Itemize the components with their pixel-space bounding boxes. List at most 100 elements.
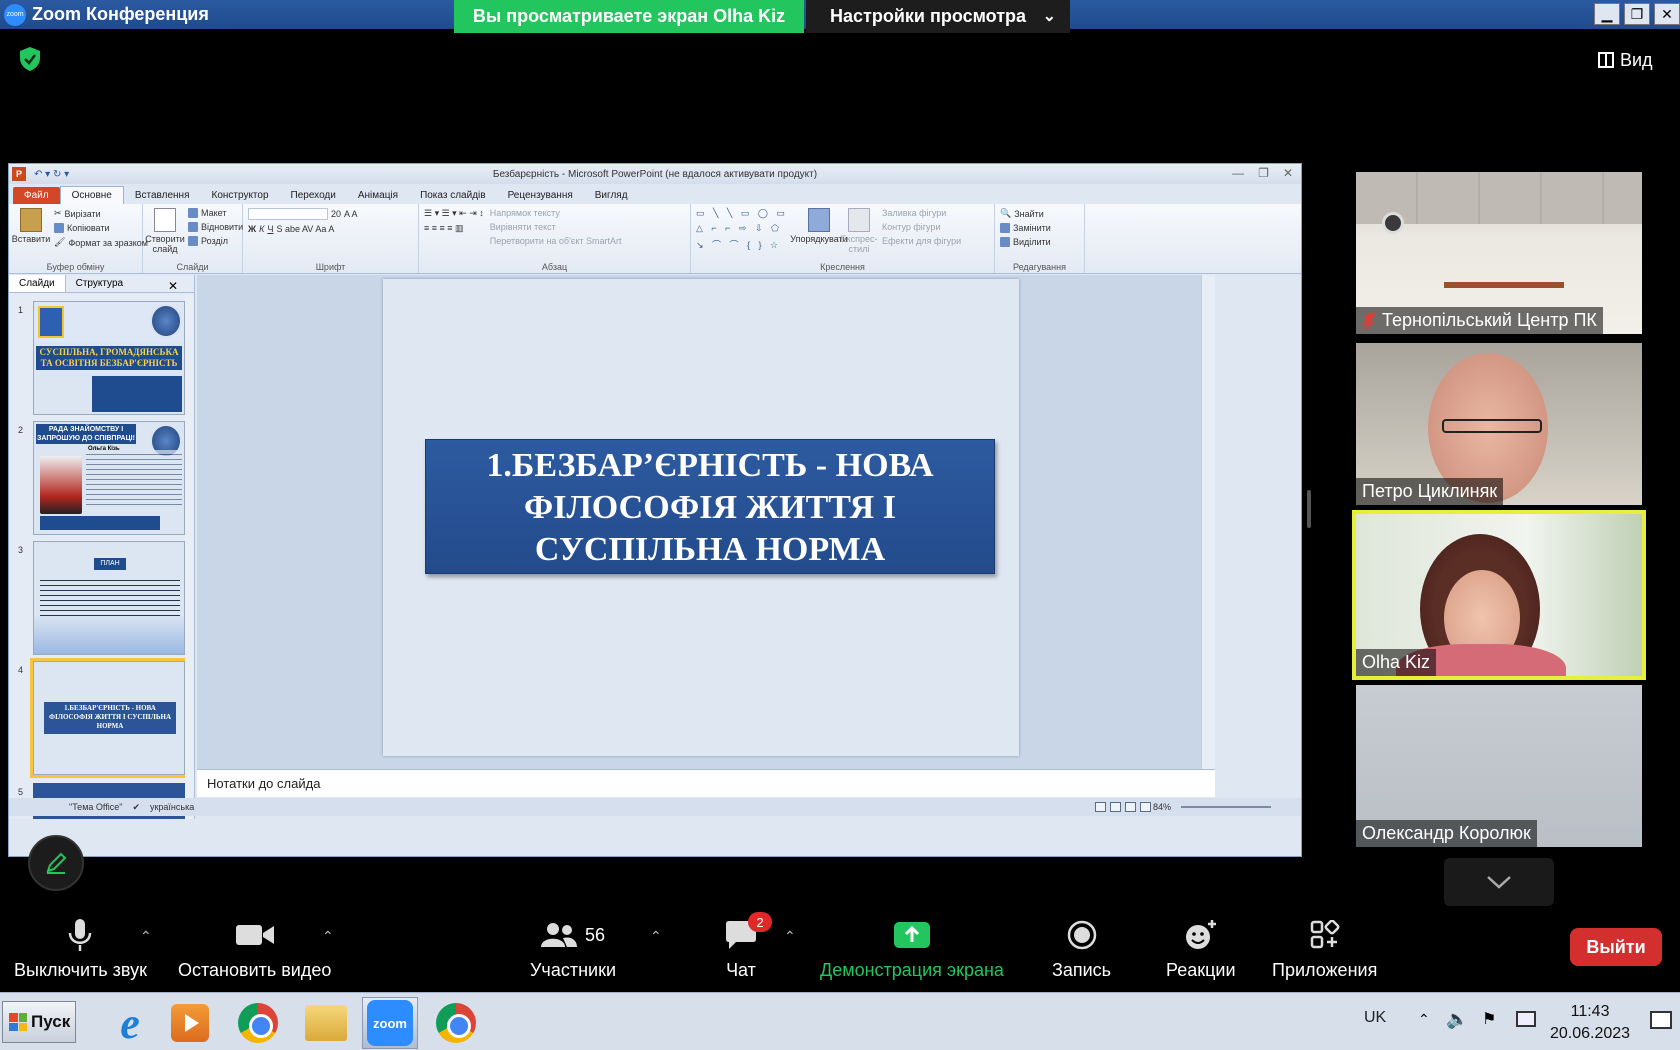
layout-button[interactable]: Макет	[188, 208, 243, 218]
arrange-button[interactable]: Упорядкувати	[790, 208, 848, 259]
shapes-row-3[interactable]: ↘ ⌒ ⌒ { } ☆	[696, 238, 796, 251]
action-center-flag-icon[interactable]: ⚑	[1482, 1009, 1500, 1028]
slide-thumbnail-2[interactable]: РАДА ЗНАЙОМСТВУ І ЗАПРОШУЮ ДО СПІВПРАЦІ!…	[33, 421, 185, 535]
participants-button[interactable]: 56 Участники	[530, 910, 616, 981]
panel-resize-handle[interactable]	[1307, 490, 1311, 528]
slide-thumbnail-1[interactable]: СУСПІЛЬНА, ГРОМАДЯНСЬКА ТА ОСВІТНЯ БЕЗБА…	[33, 301, 185, 415]
font-style-buttons[interactable]: Ж К Ч S abe AV Aa A	[248, 224, 358, 234]
quick-styles-button[interactable]: Експрес-стилі	[841, 208, 877, 259]
tab-slides[interactable]: Слайди	[9, 275, 66, 292]
tab-transitions[interactable]: Переходи	[280, 187, 347, 204]
view-settings-button[interactable]: Настройки просмотра ⌄	[806, 0, 1070, 33]
minimize-icon[interactable]: ▁	[1594, 3, 1620, 25]
tab-file[interactable]: Файл	[13, 187, 60, 204]
align-text-button[interactable]: Вирівняти текст	[490, 222, 622, 232]
network-icon[interactable]	[1516, 1011, 1536, 1027]
tray-expand-icon[interactable]: ⌃	[1418, 1011, 1436, 1029]
record-label: Запись	[1052, 960, 1112, 980]
notes-field[interactable]: Нотатки до слайда	[197, 769, 1215, 797]
shapes-gallery[interactable]: ▭ ╲ ╲ ▭ ◯ ▭	[696, 208, 796, 219]
font-selector[interactable]: 20 A A	[248, 208, 358, 220]
status-language[interactable]: українська	[150, 802, 194, 812]
shape-fill-button[interactable]: Заливка фігури	[882, 208, 961, 218]
zoom-slider[interactable]	[1181, 806, 1271, 808]
paste-label: Вставити	[11, 234, 51, 244]
tab-outline[interactable]: Структура	[66, 275, 133, 292]
copy-button[interactable]: Копіювати	[54, 223, 148, 233]
share-screen-button[interactable]: Демонстрация экрана	[820, 910, 1004, 981]
view-mode-buttons[interactable]	[1095, 802, 1151, 812]
restore-icon[interactable]: ❐	[1624, 3, 1650, 25]
slide-thumbnail-4[interactable]: 1.БЕЗБАР'ЄРНІСТЬ - НОВА ФІЛОСОФІЯ ЖИТТЯ …	[30, 658, 188, 778]
show-desktop-icon[interactable]	[1650, 1011, 1672, 1029]
paste-button[interactable]: Вставити	[11, 208, 51, 259]
zoom-level[interactable]: 84%	[1153, 802, 1171, 812]
thumbnails-scrollbar[interactable]	[185, 295, 194, 819]
replace-button[interactable]: Замінити	[1000, 223, 1051, 233]
tab-home[interactable]: Основне	[59, 186, 124, 204]
reactions-button[interactable]: Реакции	[1166, 910, 1236, 981]
font-size-field[interactable]: 20	[331, 209, 341, 219]
record-button[interactable]: Запись	[1052, 910, 1111, 981]
list-buttons[interactable]: ☰ ▾ ☰ ▾ ⇤ ⇥ ↕	[424, 208, 484, 219]
shape-effects-button[interactable]: Ефекти для фігури	[882, 236, 961, 246]
tab-review[interactable]: Рецензування	[497, 187, 584, 204]
keyboard-language[interactable]: UK	[1364, 1009, 1386, 1027]
annotate-button[interactable]	[28, 835, 84, 891]
format-painter-button[interactable]: 🖌 Формат за зразком	[54, 237, 148, 248]
taskbar-chrome-2[interactable]	[428, 997, 484, 1049]
participant-tile[interactable]: Олександр Королюк	[1356, 685, 1642, 847]
volume-icon[interactable]: 🔈	[1446, 1009, 1468, 1029]
chat-button[interactable]: 2 Чат	[724, 910, 772, 981]
taskbar-internet-explorer[interactable]: e	[102, 997, 158, 1049]
video-options-caret-icon[interactable]: ⌃	[322, 928, 334, 945]
participant-tile[interactable]: Петро Циклиняк	[1356, 343, 1642, 505]
tab-design[interactable]: Конструктор	[201, 187, 280, 204]
stop-video-button[interactable]: Остановить видео	[178, 910, 331, 981]
taskbar-chrome[interactable]	[230, 997, 286, 1049]
participants-scroll-down-button[interactable]	[1444, 858, 1554, 906]
tab-insert[interactable]: Вставлення	[124, 187, 201, 204]
select-button[interactable]: Виділити	[1000, 237, 1051, 247]
mute-button[interactable]: Выключить звук	[14, 910, 147, 981]
start-button[interactable]: Пуск	[2, 1001, 76, 1043]
taskbar-media-player[interactable]	[162, 997, 218, 1049]
apps-button[interactable]: Приложения	[1272, 910, 1377, 981]
taskbar-explorer[interactable]	[298, 997, 354, 1049]
new-slide-button[interactable]: Створити слайд	[145, 208, 185, 259]
cut-button[interactable]: ✂ Вирізати	[54, 208, 148, 219]
reset-button[interactable]: Відновити	[188, 222, 243, 232]
leave-button[interactable]: Выйти	[1570, 928, 1662, 966]
tab-view[interactable]: Вигляд	[584, 187, 639, 204]
shapes-row-2[interactable]: △ ⌐ ⌐ ⇨ ⇩ ⬠	[696, 223, 796, 234]
participant-tile[interactable]: Тернопільський Центр ПК	[1356, 172, 1642, 334]
find-button[interactable]: 🔍 Знайти	[1000, 208, 1051, 219]
tab-animations[interactable]: Анімація	[347, 187, 409, 204]
shape-outline-button[interactable]: Контур фігури	[882, 222, 961, 232]
close-pane-icon[interactable]: ✕	[158, 276, 188, 296]
smartart-button[interactable]: Перетворити на об'єкт SmartArt	[490, 236, 622, 246]
slide-scrollbar[interactable]	[1201, 275, 1215, 769]
security-shield-icon[interactable]	[18, 46, 42, 72]
slide-title[interactable]: 1.БЕЗБАР’ЄРНІСТЬ - НОВА ФІЛОСОФІЯ ЖИТТЯ …	[425, 439, 995, 574]
participants-caret-icon[interactable]: ⌃	[650, 928, 662, 945]
ppt-minimize-icon[interactable]: —	[1232, 166, 1244, 180]
ppt-close-icon[interactable]: ✕	[1283, 166, 1293, 180]
view-button[interactable]: Вид	[1598, 44, 1666, 76]
section-button[interactable]: Розділ	[188, 236, 243, 246]
slide-thumbnail-3[interactable]: ПЛАН	[33, 541, 185, 655]
taskbar-zoom[interactable]: zoom	[362, 997, 418, 1049]
taskbar-clock[interactable]: 11:43 20.06.2023	[1550, 1001, 1630, 1045]
participant-tile-active-speaker[interactable]: Olha Kiz	[1352, 510, 1646, 680]
current-slide[interactable]: 1.БЕЗБАР’ЄРНІСТЬ - НОВА ФІЛОСОФІЯ ЖИТТЯ …	[383, 279, 1019, 756]
participant-name-label: Olha Kiz	[1356, 649, 1437, 676]
drawing-group: ▭ ╲ ╲ ▭ ◯ ▭ △ ⌐ ⌐ ⇨ ⇩ ⬠ ↘ ⌒ ⌒ { } ☆ Упор…	[691, 204, 995, 273]
participants-label: Участники	[530, 960, 616, 980]
audio-options-caret-icon[interactable]: ⌃	[140, 928, 152, 945]
chat-caret-icon[interactable]: ⌃	[784, 928, 796, 945]
align-buttons[interactable]: ≡ ≡ ≡ ≡ ▥	[424, 223, 484, 234]
ppt-restore-icon[interactable]: ❐	[1258, 166, 1269, 180]
tab-slideshow[interactable]: Показ слайдів	[409, 187, 497, 204]
text-direction-button[interactable]: Напрямок тексту	[490, 208, 622, 218]
close-icon[interactable]: ✕	[1654, 3, 1680, 25]
